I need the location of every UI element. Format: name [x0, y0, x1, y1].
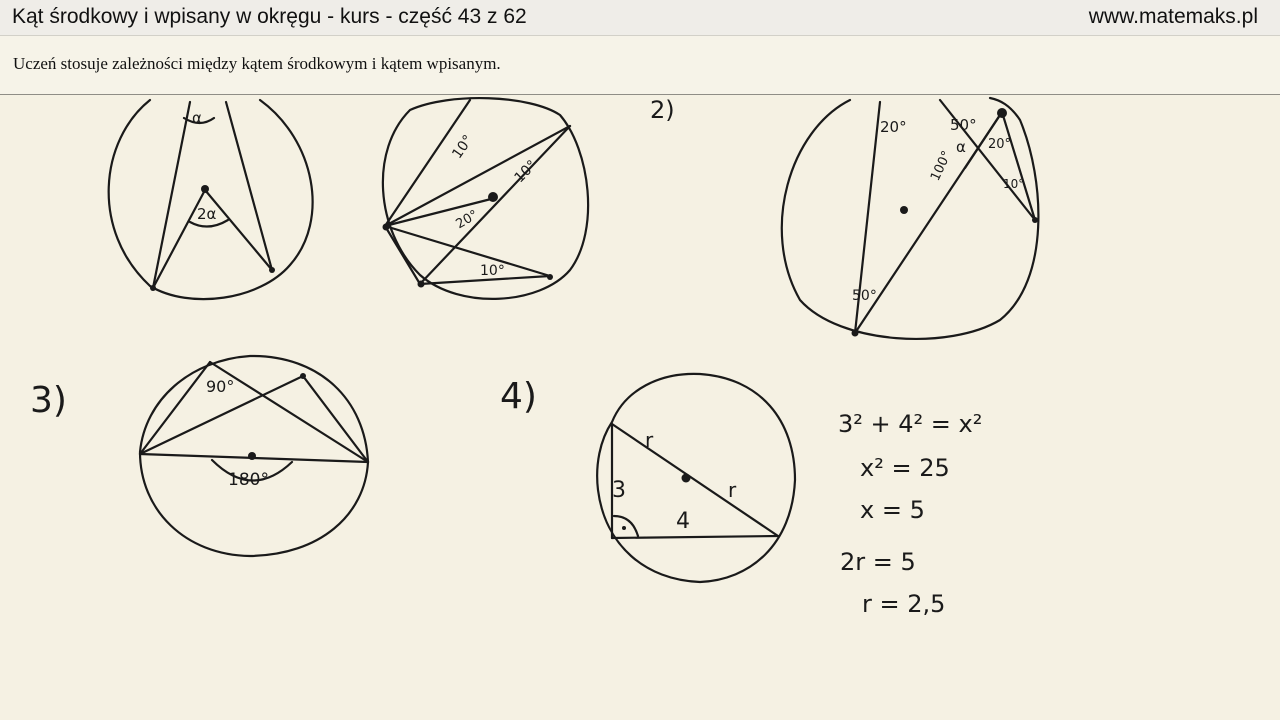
p4-leg-b: 4 — [676, 509, 690, 534]
problem-2-number: 2) — [650, 96, 675, 124]
angle-label-10a: 10° — [449, 132, 476, 162]
whiteboard-canvas: α 2α 10° 10° 20° 10° 2) 20° 50° α 20° 10… — [0, 95, 1280, 720]
title-bar: Kąt środkowy i wpisany w okręgu - kurs -… — [0, 0, 1280, 36]
problem-2: 2) 20° 50° α 20° 100° 10° 50° — [650, 96, 1040, 340]
objective-banner: Uczeń stosuje zależności między kątem śr… — [0, 36, 1280, 95]
p2-angle-20a: 20° — [880, 118, 907, 136]
p4-equation-4: 2r = 5 — [840, 548, 916, 576]
problem-3-number: 3) — [30, 380, 67, 421]
p2-angle-10: 10° — [1003, 177, 1024, 191]
site-url-link[interactable]: www.matemaks.pl — [1089, 5, 1258, 29]
problem-4-number: 4) — [500, 376, 537, 417]
p2-angle-20b: 20° — [988, 137, 1011, 152]
course-title: Kąt środkowy i wpisany w okręgu - kurs -… — [12, 5, 527, 28]
p4-radius-label-b: r — [728, 478, 737, 502]
central-angle-label: 2α — [197, 205, 217, 223]
p4-leg-a: 3 — [612, 478, 626, 503]
angle-label-20: 20° — [453, 208, 480, 233]
p2-angle-100: 100° — [928, 149, 955, 184]
p4-equation-3: x = 5 — [860, 496, 925, 524]
p3-angle-90: 90° — [206, 377, 234, 396]
problem-3: 3) 90° 180° — [30, 354, 370, 558]
p2-angle-50b: 50° — [852, 288, 877, 304]
p2-angle-50a: 50° — [950, 116, 977, 134]
angle-label-10c: 10° — [480, 263, 505, 279]
handwritten-drawing: α 2α 10° 10° 20° 10° 2) 20° 50° α 20° 10… — [30, 96, 1040, 618]
p3-angle-180: 180° — [228, 470, 269, 490]
objective-text: Uczeń stosuje zależności między kątem śr… — [13, 54, 501, 73]
inscribed-angle-label: α — [192, 109, 202, 127]
p4-equation-5: r = 2,5 — [862, 590, 945, 618]
problem-4: 4) 3 4 r r 3² + 4² = x² x² = 25 x = 5 2r… — [500, 372, 982, 618]
p4-equation-1: 3² + 4² = x² — [838, 410, 982, 438]
figure-inscribed-angles: 10° 10° 20° 10° — [381, 97, 590, 300]
p2-angle-alpha: α — [956, 138, 966, 156]
figure-central-inscribed: α 2α — [107, 98, 314, 301]
p4-equation-2: x² = 25 — [860, 454, 950, 482]
p4-radius-label-a: r — [645, 428, 654, 452]
